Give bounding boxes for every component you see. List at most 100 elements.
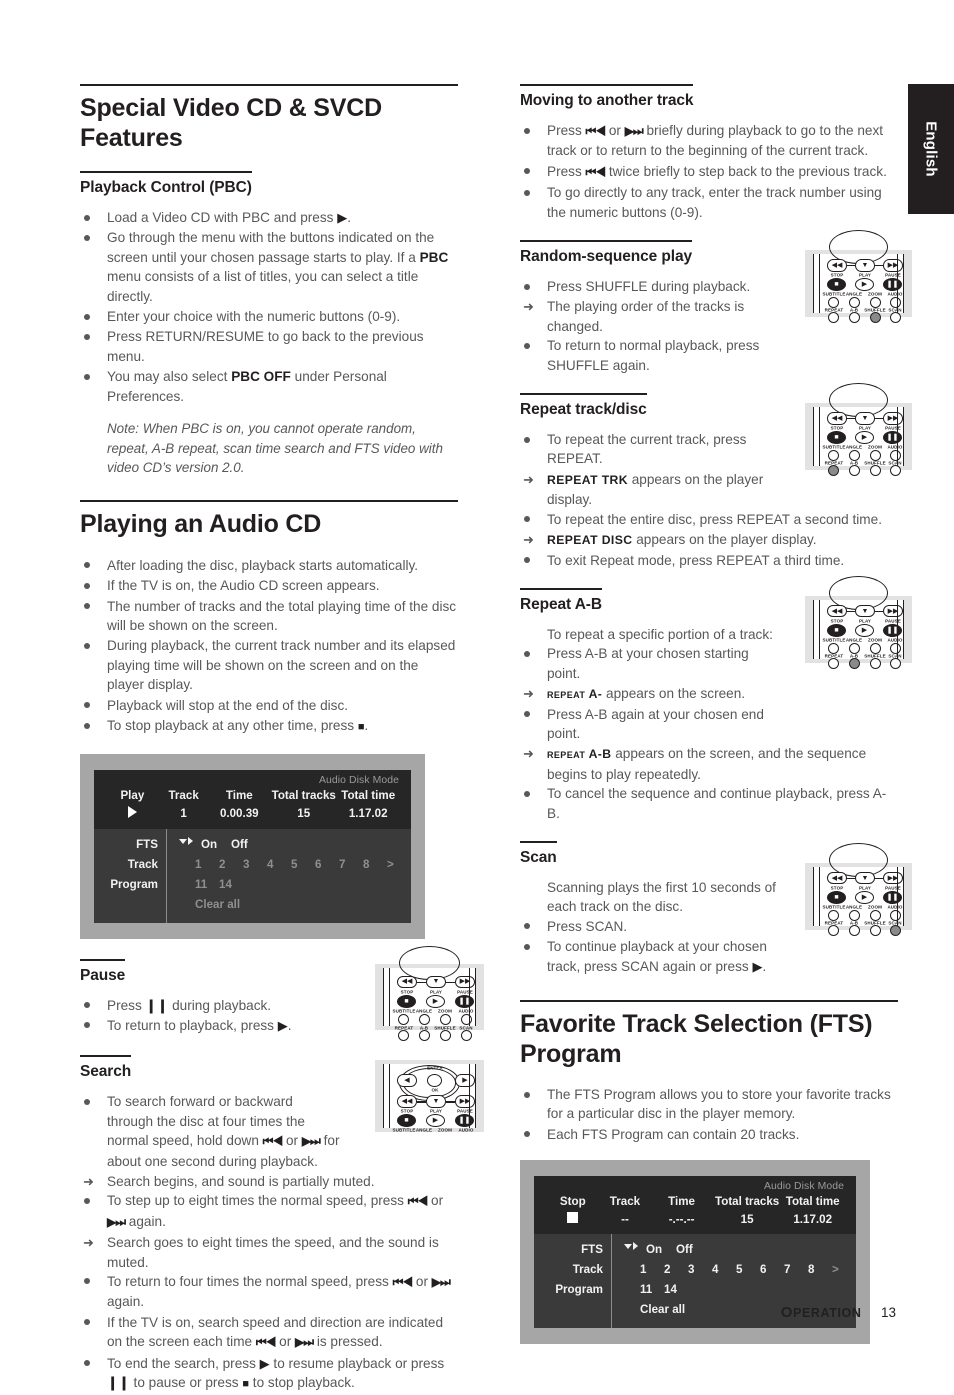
footer-section: OPERATION [780, 1304, 862, 1321]
list-item: To step up to eight times the normal spe… [80, 1191, 458, 1232]
remote-audio-button [890, 909, 901, 921]
text: The playing order of the tracks is chang… [547, 299, 745, 334]
table-value-row: -- -.--.-- 15 1.17.02 [546, 1211, 844, 1227]
bullet-icon [524, 650, 530, 657]
text: to pause or press [129, 1375, 243, 1390]
remote-label-stop: STOP [830, 425, 844, 431]
pause-icon: ❚❚ [886, 281, 899, 289]
text: appears on the screen. [602, 686, 746, 702]
remote-label-pause: PAUSE [457, 989, 473, 994]
display-text-repeat-a: repeat A- [547, 687, 603, 702]
search-list-2: To step up to eight times the normal spe… [80, 1191, 458, 1232]
footer-page-number: 13 [880, 1305, 896, 1320]
remote-play-button: ▶ [855, 890, 874, 904]
next-icon: ▶▶ [459, 978, 471, 986]
remote-scan-button [890, 657, 901, 669]
value-state [106, 805, 159, 822]
repeat-result-1: ➜ REPEAT TRK appears on the player displa… [520, 470, 898, 510]
fts-off-option[interactable]: Off [231, 835, 261, 855]
fts-off-option[interactable]: Off [676, 1240, 706, 1260]
remote-label-play: PLAY [429, 989, 443, 994]
remote-repeat-button [828, 657, 839, 669]
label-track: Track [572, 1263, 603, 1277]
text: To cancel the sequence and continue play… [547, 786, 887, 821]
remote-down-button: ▼ [855, 412, 875, 425]
track-8[interactable]: 8 [808, 1260, 832, 1280]
value-time: 0.00.39 [219, 806, 259, 820]
track-3[interactable]: 3 [688, 1260, 712, 1280]
play-icon [127, 805, 137, 818]
track-more[interactable]: > [832, 1260, 856, 1280]
text: menu consists of a list of titles, you c… [107, 269, 419, 304]
text: during playback. [168, 997, 272, 1013]
bullet-icon [84, 1098, 90, 1105]
remote-next-button: ▶▶ [883, 412, 903, 425]
remote-next-button: ▶▶ [455, 1095, 475, 1108]
track-3[interactable]: 3 [243, 855, 267, 875]
track-4[interactable]: 4 [267, 855, 291, 875]
bullet-icon [524, 516, 530, 523]
track-7[interactable]: 7 [339, 855, 363, 875]
emphasis: PBC [419, 249, 449, 265]
col-header-total-time: Total time [341, 788, 396, 802]
remote-scan-button [461, 1029, 472, 1041]
bullet-icon [84, 582, 90, 589]
track-5[interactable]: 5 [291, 855, 315, 875]
track-2[interactable]: 2 [219, 855, 243, 875]
program-1[interactable]: 11 [195, 875, 219, 895]
track-8[interactable]: 8 [363, 855, 387, 875]
prev-icon: ◀◀ [831, 874, 843, 882]
remote-pause-button: ❚❚ [455, 994, 474, 1008]
track-2[interactable]: 2 [664, 1260, 688, 1280]
fts-on-option[interactable]: On [201, 835, 231, 855]
value-total-time: 1.17.02 [793, 1212, 833, 1226]
track-more[interactable]: > [387, 855, 411, 875]
text: If the TV is on, the Audio CD screen app… [107, 578, 380, 594]
play-icon: ▶ [432, 997, 439, 1005]
track-row: 1 2 3 4 5 6 7 8 > [179, 855, 411, 875]
repeat-ab-result-1: ➜ repeat A- appears on the screen. [520, 684, 898, 704]
track-1[interactable]: 1 [195, 855, 219, 875]
list-item: To go directly to any track, enter the t… [520, 183, 898, 222]
track-1[interactable]: 1 [640, 1260, 664, 1280]
col-header-total-tracks: Total tracks [715, 1195, 780, 1209]
pause-icon: ❚❚ [458, 997, 471, 1005]
play-icon: ▶ [337, 210, 348, 225]
search-result-1: ➜ Search begins, and sound is partially m… [80, 1172, 458, 1191]
table-header-row: Stop Track Time Total tracks Total time [546, 1194, 844, 1211]
program-2[interactable]: 14 [219, 875, 243, 895]
prev-icon: ◀◀ [401, 978, 413, 986]
stop-icon: ■ [404, 997, 409, 1005]
label-fts: FTS [581, 1243, 603, 1257]
remote-repeat-button [398, 1029, 409, 1041]
remote-label-play: PLAY [858, 618, 872, 624]
remote-scan-button-highlighted [890, 924, 901, 936]
remote-label-stop: STOP [830, 885, 844, 891]
heading-playing-audio-cd: Playing an Audio CD [80, 499, 458, 539]
remote-pause-button: ❚❚ [883, 623, 902, 637]
stop-icon: ■ [834, 281, 839, 289]
track-7[interactable]: 7 [784, 1260, 808, 1280]
bullet-icon [524, 168, 530, 175]
stop-icon: ■ [834, 434, 839, 442]
play-icon: ▶ [861, 626, 868, 634]
clear-all-button[interactable]: Clear all [640, 1300, 685, 1320]
clear-all-button[interactable]: Clear all [195, 895, 240, 915]
program-1[interactable]: 11 [640, 1280, 664, 1300]
list-item: To search forward or backward through th… [80, 1092, 458, 1171]
col-header-track: Track [609, 1195, 641, 1209]
track-4[interactable]: 4 [712, 1260, 736, 1280]
label-track: Track [127, 857, 158, 871]
display-text-repeat-disc: REPEAT DISC [547, 533, 633, 548]
remote-illustration-pause: ◀◀ ▼ ▶▶ STOP PLAY PAUSE ■ ▶ ❚❚ SUBTITLE … [375, 945, 484, 1041]
list-item: Press ⏮◀ or ▶⏭ briefly during playback t… [520, 121, 898, 161]
remote-stop-button: ■ [827, 278, 846, 292]
value-total-time: 1.17.02 [348, 806, 388, 820]
fts-on-option[interactable]: On [646, 1240, 676, 1260]
track-5[interactable]: 5 [736, 1260, 760, 1280]
search-list-3: To return to four times the normal speed… [80, 1272, 458, 1394]
program-2[interactable]: 14 [664, 1280, 688, 1300]
track-6[interactable]: 6 [315, 855, 339, 875]
track-6[interactable]: 6 [760, 1260, 784, 1280]
osd-mode-title: Audio Disk Mode [763, 1181, 844, 1193]
